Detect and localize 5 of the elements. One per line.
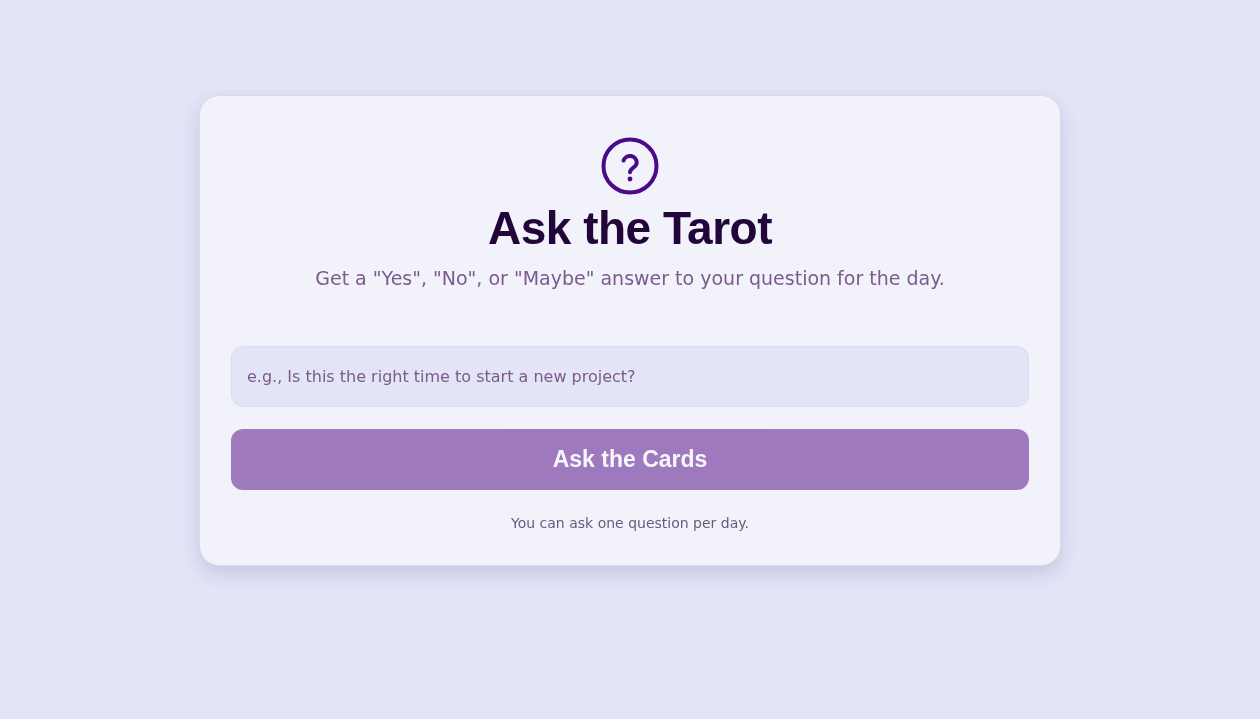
subtitle: Get a "Yes", "No", or "Maybe" answer to your question for the day. bbox=[314, 266, 946, 291]
daily-limit-note: You can ask one question per day. bbox=[510, 513, 750, 533]
question-mark-circle-icon bbox=[601, 137, 659, 195]
question-input-field[interactable]: e.g., Is this the right time to start a new project? bbox=[231, 345, 1029, 407]
page-title: Ask the Tarot bbox=[486, 201, 773, 256]
